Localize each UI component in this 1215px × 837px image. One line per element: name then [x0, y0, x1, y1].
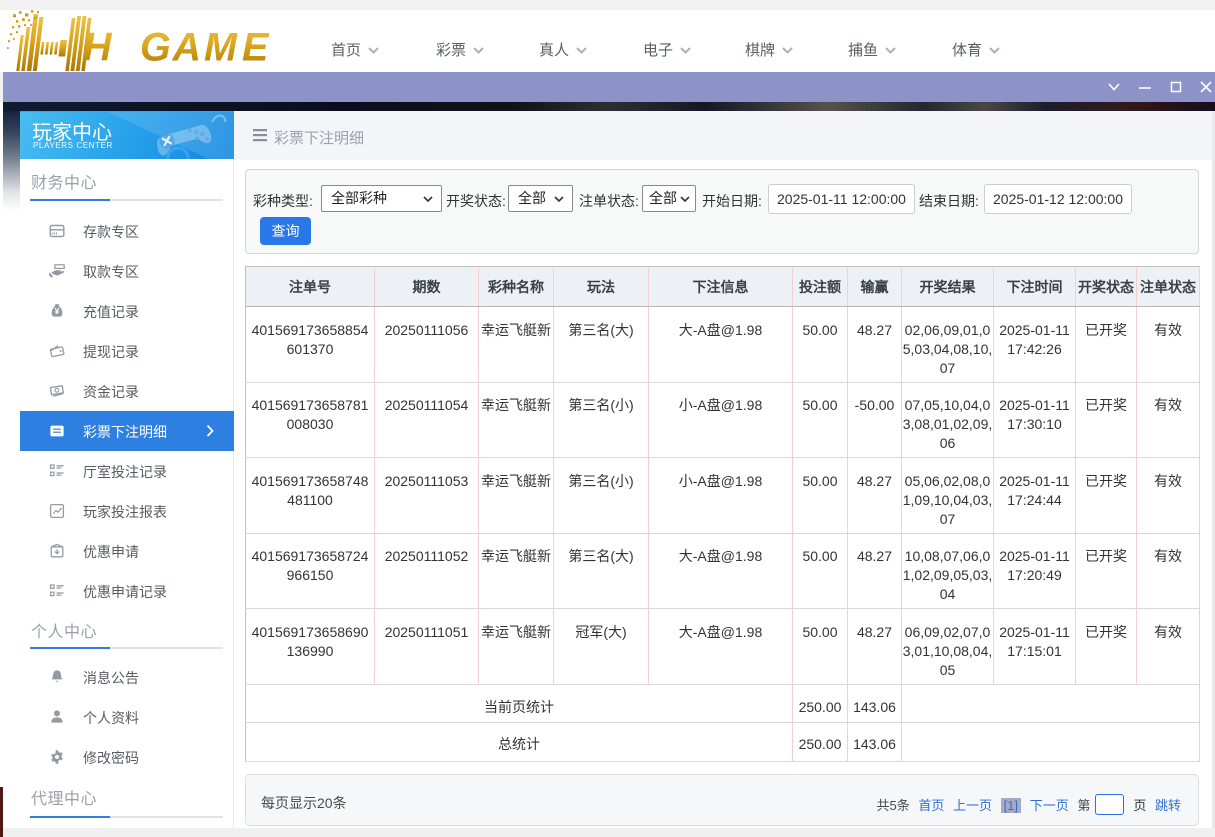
- svg-text:¥: ¥: [55, 306, 60, 316]
- svg-text:HGAME: HGAME: [83, 26, 270, 70]
